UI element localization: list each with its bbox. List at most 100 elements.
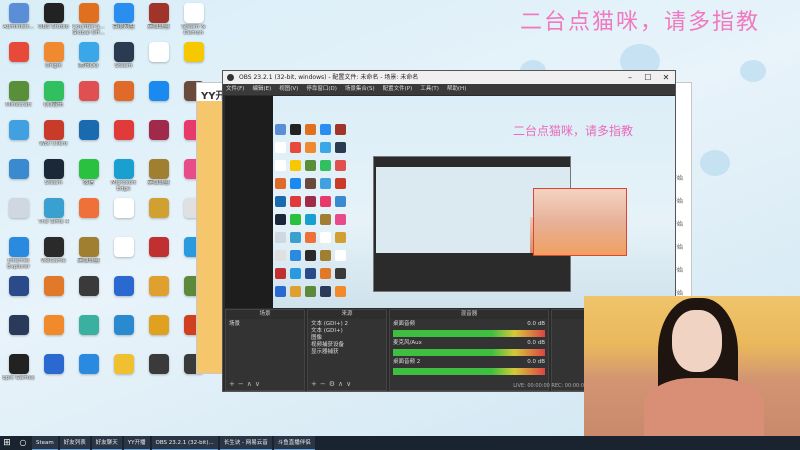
minimize-icon[interactable]: – bbox=[621, 71, 639, 84]
source-item[interactable]: 显示器捕获 bbox=[311, 349, 383, 356]
desktop-icon[interactable]: The Sims 4 bbox=[37, 198, 70, 237]
source-item[interactable]: 图像 bbox=[311, 335, 383, 342]
desktop-icon[interactable]: Microsoft Edge bbox=[107, 159, 140, 198]
desktop-icon[interactable] bbox=[107, 354, 140, 393]
desktop-icon[interactable] bbox=[37, 276, 70, 315]
taskbar-item[interactable]: 长生诀 - 网易云音 bbox=[219, 436, 272, 450]
taskbar-item[interactable]: 斗鱼直播伴侣 bbox=[273, 436, 315, 450]
menu-profile[interactable]: 配置文件(P) bbox=[383, 84, 413, 95]
desktop-icon[interactable] bbox=[177, 42, 210, 81]
preview-icon bbox=[335, 214, 346, 225]
desktop-icon[interactable]: 百度网盘 bbox=[107, 3, 140, 42]
desktop-icon[interactable] bbox=[37, 354, 70, 393]
desktop-icon[interactable]: WeGame bbox=[37, 237, 70, 276]
desktop-icon[interactable] bbox=[2, 159, 35, 198]
desktop-icon[interactable]: QQ音乐 bbox=[37, 81, 70, 120]
desktop-icon[interactable] bbox=[72, 198, 105, 237]
taskbar-item[interactable]: OBS 23.2.1 (32-bit)... bbox=[151, 436, 218, 450]
volume-meter[interactable] bbox=[393, 349, 545, 356]
desktop-icon[interactable] bbox=[142, 198, 175, 237]
desktop-icon[interactable] bbox=[2, 315, 35, 354]
taskbar-item[interactable]: Steam bbox=[32, 436, 58, 450]
desktop-icon[interactable] bbox=[2, 276, 35, 315]
desktop-icon[interactable]: OBS Studio bbox=[37, 3, 70, 42]
taskbar-item[interactable]: YY开播 bbox=[123, 436, 150, 450]
desktop-icon-label bbox=[177, 375, 210, 387]
desktop-icon[interactable] bbox=[107, 198, 140, 237]
desktop-icon[interactable] bbox=[142, 354, 175, 393]
desktop-icon-label: Origin bbox=[45, 63, 62, 69]
desktop-icon[interactable] bbox=[142, 276, 175, 315]
menu-edit[interactable]: 编辑(E) bbox=[252, 84, 271, 95]
desktop-icon[interactable]: Internet Explorer bbox=[2, 237, 35, 276]
desktop-icon[interactable] bbox=[72, 120, 105, 159]
taskbar-item[interactable]: 好友聊天 bbox=[91, 436, 122, 450]
mixer-dock-title: 混音器 bbox=[390, 310, 548, 319]
desktop-icon[interactable] bbox=[2, 42, 35, 81]
obs-title-bar[interactable]: OBS 23.2.1 (32-bit, windows) - 配置文件: 未命名… bbox=[223, 71, 675, 84]
windows-start-icon[interactable]: ⊞ bbox=[0, 436, 14, 450]
menu-view[interactable]: 视图(V) bbox=[279, 84, 298, 95]
desktop-icon[interactable] bbox=[107, 276, 140, 315]
desktop-icon[interactable] bbox=[107, 315, 140, 354]
volume-meter[interactable] bbox=[393, 330, 545, 337]
volume-meter[interactable] bbox=[393, 368, 545, 375]
desktop-icon[interactable] bbox=[142, 237, 175, 276]
desktop-icon[interactable]: Origin bbox=[37, 42, 70, 81]
desktop-icon[interactable]: 英雄联盟 bbox=[142, 159, 175, 198]
menu-tools[interactable]: 工具(T) bbox=[420, 84, 439, 95]
desktop-icon[interactable] bbox=[72, 315, 105, 354]
desktop-icon[interactable] bbox=[142, 315, 175, 354]
app-icon bbox=[78, 276, 99, 296]
mixer-track-db: 0.0 dB bbox=[527, 340, 545, 346]
maximize-icon[interactable]: ☐ bbox=[639, 71, 657, 84]
source-item[interactable]: 视频捕获设备 bbox=[311, 342, 383, 349]
desktop-icon[interactable] bbox=[72, 81, 105, 120]
desktop-icon[interactable] bbox=[2, 120, 35, 159]
desktop-icon[interactable] bbox=[72, 354, 105, 393]
desktop-icon[interactable]: 英雄联盟 bbox=[142, 3, 175, 42]
desktop-icon[interactable] bbox=[107, 237, 140, 276]
search-icon[interactable]: ○ bbox=[16, 436, 30, 450]
desktop-icon[interactable]: 腾讯QQ bbox=[72, 42, 105, 81]
menu-scene-collection[interactable]: 场景集合(S) bbox=[345, 84, 375, 95]
scenes-dock-toolbar[interactable]: +−∧∨ bbox=[229, 380, 263, 388]
preview-icon bbox=[335, 232, 346, 243]
desktop-icon[interactable] bbox=[37, 315, 70, 354]
desktop-icon[interactable]: Administr... bbox=[2, 3, 35, 42]
app-icon bbox=[8, 81, 29, 101]
desktop-icon-label bbox=[72, 141, 105, 153]
desktop-icon[interactable] bbox=[142, 81, 175, 120]
desktop-icon[interactable]: Counter-S... Global Off... bbox=[72, 3, 105, 42]
desktop-icon[interactable]: 微信 bbox=[72, 159, 105, 198]
desktop-icon[interactable] bbox=[107, 120, 140, 159]
menu-file[interactable]: 文件(F) bbox=[226, 84, 244, 95]
desktop-icon[interactable]: Steam bbox=[37, 159, 70, 198]
obs-preview[interactable]: 二台点猫咪，请多指教 bbox=[225, 96, 675, 308]
source-item[interactable]: 文本 (GDI+) 2 bbox=[311, 321, 383, 328]
desktop-icon[interactable]: 英雄联盟 bbox=[72, 237, 105, 276]
desktop-icon[interactable]: Epic Games bbox=[2, 354, 35, 393]
app-icon bbox=[8, 42, 29, 62]
close-icon[interactable]: ✕ bbox=[657, 71, 675, 84]
desktop-icon[interactable] bbox=[72, 276, 105, 315]
menu-help[interactable]: 帮助(H) bbox=[447, 84, 466, 95]
desktop-icon[interactable]: Minecraft bbox=[2, 81, 35, 120]
desktop-icon[interactable]: Steam & Demon bbox=[177, 3, 210, 42]
desktop-icon[interactable] bbox=[142, 120, 175, 159]
scene-item[interactable]: 场景 bbox=[229, 321, 301, 328]
desktop-icon-label bbox=[72, 375, 105, 387]
desktop-icon[interactable]: Wot Client bbox=[37, 120, 70, 159]
taskbar-item[interactable]: 好友列表 bbox=[59, 436, 90, 450]
desktop-icon[interactable] bbox=[142, 42, 175, 81]
app-icon bbox=[8, 159, 29, 179]
desktop-icon[interactable] bbox=[107, 81, 140, 120]
desktop-icon[interactable]: Steam bbox=[107, 42, 140, 81]
desktop-icon[interactable] bbox=[2, 198, 35, 237]
menu-docks[interactable]: 停靠窗口(D) bbox=[306, 84, 337, 95]
source-item[interactable]: 文本 (GDI+) bbox=[311, 328, 383, 335]
desktop-icon-label bbox=[142, 258, 175, 270]
sources-dock-toolbar[interactable]: +−⚙∧∨ bbox=[311, 380, 354, 388]
desktop-icon-label: 英雄联盟 bbox=[147, 180, 170, 186]
desktop-icon-label: The Sims 4 bbox=[38, 219, 69, 225]
